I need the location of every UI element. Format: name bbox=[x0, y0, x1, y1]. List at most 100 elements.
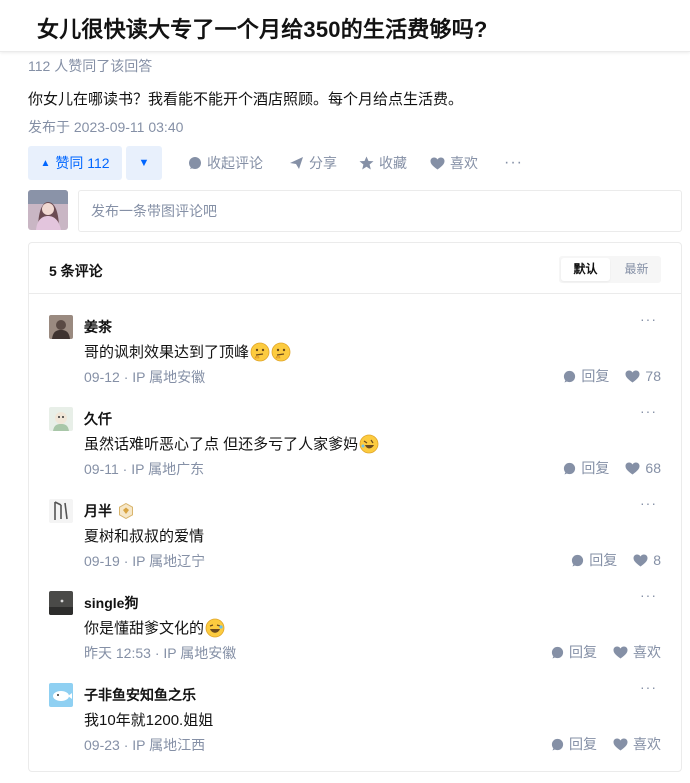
comments-panel: 5 条评论 默认 最新 姜茶 哥的讽刺效果达到了顶峰 09-12 · IP 属地… bbox=[28, 242, 682, 772]
collapse-comments-button[interactable]: 收起评论 bbox=[188, 153, 263, 173]
comment-author[interactable]: single狗 bbox=[84, 593, 138, 613]
more-actions-button[interactable]: ··· bbox=[504, 154, 523, 172]
reply-button[interactable]: 回复 bbox=[551, 642, 597, 662]
comment-actions: 回复 68 bbox=[563, 458, 661, 478]
reply-button[interactable]: 回复 bbox=[571, 550, 617, 570]
comment-date: 09-12 bbox=[84, 369, 120, 385]
reply-icon bbox=[564, 370, 576, 382]
sort-latest-button[interactable]: 最新 bbox=[612, 256, 661, 283]
avatar[interactable] bbox=[49, 315, 73, 339]
reply-label: 回复 bbox=[589, 552, 618, 568]
comment-content: 哥的讽刺效果达到了顶峰 bbox=[84, 344, 250, 361]
comment-actions: 回复 8 bbox=[571, 550, 661, 570]
reply-button[interactable]: 回复 bbox=[551, 734, 597, 754]
comment-ip: IP 属地广东 bbox=[131, 461, 205, 477]
comment-meta: 09-19 · IP 属地辽宁 bbox=[84, 553, 206, 569]
downvote-button[interactable]: ▼ bbox=[126, 146, 162, 180]
comment-item: 姜茶 哥的讽刺效果达到了顶峰 09-12 · IP 属地安徽 ··· 回复 78 bbox=[29, 295, 681, 387]
comment-content: 虽然话难听恶心了点 但还多亏了人家爹妈 bbox=[84, 436, 359, 453]
like-count: 8 bbox=[653, 552, 661, 568]
comment-input[interactable]: 发布一条带图评论吧 bbox=[78, 190, 682, 232]
author-name: 子非鱼安知鱼之乐 bbox=[84, 687, 196, 703]
avatar[interactable] bbox=[49, 591, 73, 615]
question-title[interactable]: 女儿很快读大专了一个月给350的生活费够吗? bbox=[37, 12, 488, 44]
level-badge-icon bbox=[119, 503, 133, 519]
star-icon bbox=[359, 156, 374, 170]
comment-meta: 09-12 · IP 属地安徽 bbox=[84, 369, 206, 385]
reply-label: 回复 bbox=[581, 368, 610, 384]
rofl-face-icon bbox=[359, 434, 379, 453]
comment-text: 我10年就1200.姐姐 bbox=[84, 709, 213, 730]
comment-like-button[interactable]: 68 bbox=[625, 460, 661, 476]
like-button[interactable]: 喜欢 bbox=[430, 153, 478, 173]
answer-actions: ▲ 赞同 112 ▼ 收起评论 分享 收藏 喜欢 ··· bbox=[28, 146, 523, 180]
heart-icon bbox=[625, 462, 640, 474]
share-button[interactable]: 分享 bbox=[289, 153, 337, 173]
reply-icon bbox=[564, 462, 576, 474]
like-count: 68 bbox=[645, 460, 661, 476]
comment-sort-switch: 默认 最新 bbox=[559, 256, 661, 283]
reply-button[interactable]: 回复 bbox=[563, 366, 609, 386]
comment-like-button[interactable]: 8 bbox=[633, 552, 661, 568]
comment-actions: 回复 喜欢 bbox=[551, 642, 661, 662]
author-name: single狗 bbox=[84, 595, 139, 611]
avatar[interactable] bbox=[49, 683, 73, 707]
like-count: 喜欢 bbox=[633, 736, 661, 752]
comment-ip: IP 属地安徽 bbox=[132, 369, 206, 385]
like-count: 78 bbox=[645, 368, 661, 384]
heart-icon bbox=[613, 646, 628, 658]
reply-label: 回复 bbox=[569, 644, 597, 660]
comment-item: single狗 你是懂甜爹文化的 昨天 12:53 · IP 属地安徽 ··· … bbox=[29, 571, 681, 663]
comment-text: 哥的讽刺效果达到了顶峰 bbox=[84, 341, 291, 362]
comment-text: 虽然话难听恶心了点 但还多亏了人家爹妈 bbox=[84, 433, 379, 454]
comment-actions: 回复 喜欢 bbox=[551, 734, 661, 754]
reply-icon bbox=[572, 554, 584, 566]
comment-date: 09-11 bbox=[84, 461, 119, 477]
reply-label: 回复 bbox=[569, 736, 597, 752]
heart-icon bbox=[613, 738, 628, 750]
comment-like-button[interactable]: 78 bbox=[625, 368, 661, 384]
upvote-label: 赞同 112 bbox=[55, 155, 110, 171]
collapse-comments-label: 收起评论 bbox=[207, 155, 263, 171]
comment-actions: 回复 78 bbox=[563, 366, 661, 386]
comment-more-button[interactable]: ··· bbox=[640, 495, 657, 511]
avatar[interactable] bbox=[49, 499, 73, 523]
comment-icon bbox=[189, 157, 201, 169]
comment-date: 09-23 bbox=[84, 737, 120, 753]
comment-text: 夏树和叔叔的爱情 bbox=[84, 525, 204, 546]
comment-item: 月半 夏树和叔叔的爱情 09-19 · IP 属地辽宁 ··· 回复 8 bbox=[29, 479, 681, 571]
upvote-button[interactable]: ▲ 赞同 112 bbox=[28, 146, 122, 180]
share-icon bbox=[290, 157, 303, 169]
comment-more-button[interactable]: ··· bbox=[640, 311, 657, 327]
thinking-face-icon bbox=[250, 342, 270, 361]
reply-icon bbox=[551, 646, 564, 658]
comment-like-button[interactable]: 喜欢 bbox=[613, 642, 661, 662]
comment-author[interactable]: 子非鱼安知鱼之乐 bbox=[84, 685, 196, 705]
current-user-avatar[interactable] bbox=[28, 190, 68, 230]
avatar[interactable] bbox=[49, 407, 73, 431]
favorite-label: 收藏 bbox=[379, 155, 407, 171]
comment-content: 你是懂甜爹文化的 bbox=[84, 620, 205, 637]
comment-more-button[interactable]: ··· bbox=[640, 587, 657, 603]
comment-more-button[interactable]: ··· bbox=[640, 403, 657, 419]
comment-author[interactable]: 久仟 bbox=[84, 409, 112, 429]
comment-ip: IP 属地江西 bbox=[132, 737, 206, 753]
comments-count: 5 条评论 bbox=[49, 263, 103, 279]
comment-author[interactable]: 月半 bbox=[84, 501, 134, 521]
share-label: 分享 bbox=[309, 155, 337, 171]
author-name: 久仟 bbox=[84, 411, 112, 427]
thinking-face-icon bbox=[271, 342, 291, 361]
comment-author[interactable]: 姜茶 bbox=[84, 317, 112, 337]
comment-more-button[interactable]: ··· bbox=[640, 679, 657, 695]
comment-content: 夏树和叔叔的爱情 bbox=[84, 528, 205, 545]
heart-icon bbox=[625, 370, 640, 382]
comment-content: 我10年就1200.姐姐 bbox=[84, 712, 214, 729]
triangle-up-icon: ▲ bbox=[40, 157, 51, 169]
like-label: 喜欢 bbox=[450, 155, 478, 171]
sort-default-button[interactable]: 默认 bbox=[561, 258, 610, 281]
favorite-button[interactable]: 收藏 bbox=[359, 153, 407, 173]
comment-like-button[interactable]: 喜欢 bbox=[613, 734, 661, 754]
reply-icon bbox=[551, 738, 564, 750]
triangle-down-icon: ▼ bbox=[138, 157, 150, 169]
reply-button[interactable]: 回复 bbox=[563, 458, 609, 478]
